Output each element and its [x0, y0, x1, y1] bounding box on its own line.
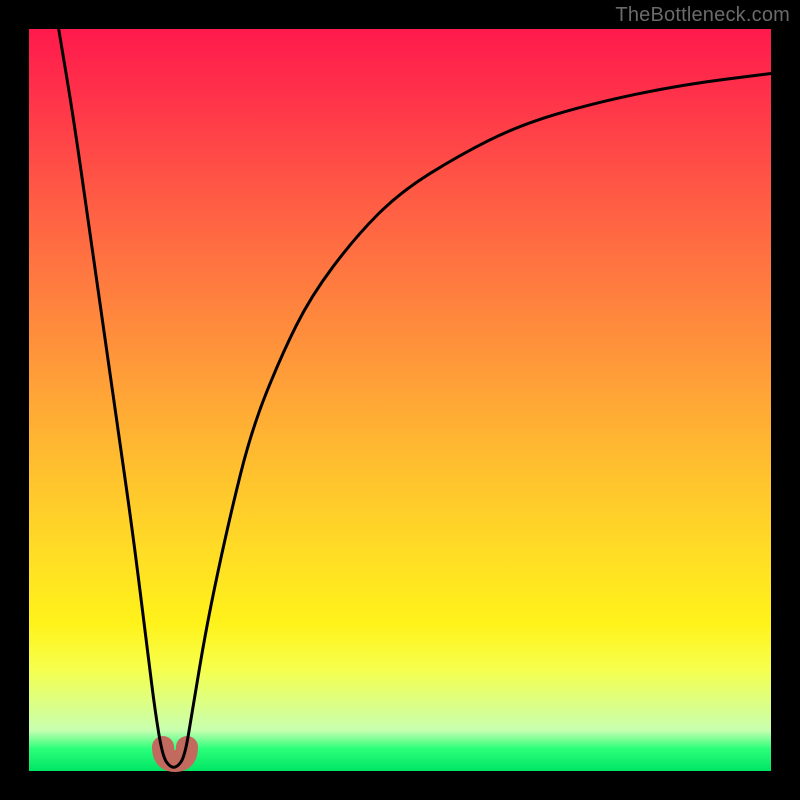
bottleneck-chart-svg: [29, 29, 771, 771]
bottleneck-curve: [59, 29, 771, 767]
watermark-text: TheBottleneck.com: [615, 4, 790, 27]
chart-area: [29, 29, 771, 771]
